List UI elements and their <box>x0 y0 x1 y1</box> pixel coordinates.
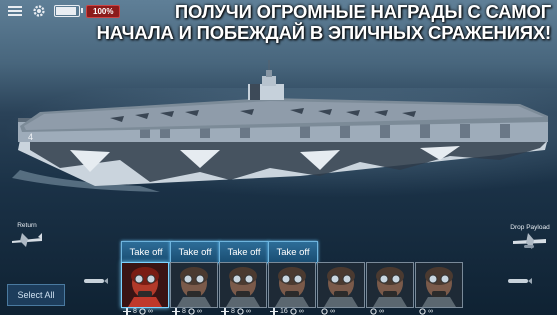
take-off-button[interactable]: Take off <box>170 241 220 263</box>
return-label: Return <box>17 222 37 229</box>
menu-icon[interactable] <box>6 4 24 18</box>
bomb-icon <box>508 278 532 284</box>
squadron-count: 8 <box>182 308 186 315</box>
pilot-portrait <box>122 263 168 307</box>
reserve-icon <box>188 308 195 315</box>
squadron-stats: 8 ∞ <box>123 308 173 315</box>
reserve-icon <box>290 308 297 315</box>
headline-line-1: ПОЛУЧИ ОГРОМНЫЕ НАГРАДЫ С САМОГ <box>174 1 551 22</box>
squadron-stats: ∞ <box>417 308 467 315</box>
pilot-card[interactable] <box>415 262 463 308</box>
gear-icon[interactable] <box>30 4 48 18</box>
pilot-portrait <box>171 263 217 307</box>
squadron-stats: ∞ <box>319 308 369 315</box>
pilot-card[interactable] <box>121 262 169 308</box>
take-off-button[interactable]: Take off <box>121 241 171 263</box>
drop-payload-label: Drop Payload <box>510 224 550 231</box>
reserve-icon <box>321 308 328 315</box>
battery-level <box>56 7 76 15</box>
fighter-icon <box>270 308 278 315</box>
torpedo-bomber-icon <box>221 308 229 315</box>
select-all-button[interactable]: Select All <box>7 284 65 306</box>
squadron-stats: 8 ∞ <box>172 308 222 315</box>
promo-headline: ПОЛУЧИ ОГРОМНЫЕ НАГРАДЫ С САМОГ НАЧАЛА И… <box>81 1 552 43</box>
reserve-count: ∞ <box>298 308 304 315</box>
drop-payload-plane-icon <box>513 233 546 249</box>
reserve-count: ∞ <box>196 308 202 315</box>
dive-bomber-icon <box>123 308 131 315</box>
pilot-card[interactable] <box>317 262 365 308</box>
take-off-button[interactable]: Take off <box>268 241 318 263</box>
reserve-count: ∞ <box>379 308 384 315</box>
squadron-count: 8 <box>231 308 235 315</box>
pilot-portrait <box>318 263 364 307</box>
reserve-icon <box>419 308 426 315</box>
pilot-portrait <box>416 263 462 307</box>
reserve-icon <box>139 308 146 315</box>
squadron-stats: ∞ <box>368 308 418 315</box>
pilot-card[interactable] <box>170 262 218 308</box>
headline-line-2: НАЧАЛА И ПОБЕЖДАЙ В ЭПИЧНЫХ СРАЖЕНИЯХ! <box>96 22 552 43</box>
pilot-portrait <box>269 263 315 307</box>
pilot-card[interactable] <box>268 262 316 308</box>
pilot-card[interactable] <box>219 262 267 308</box>
torpedo-icon <box>84 278 108 284</box>
reserve-count: ∞ <box>147 308 153 315</box>
pilot-card[interactable] <box>366 262 414 308</box>
squadron-count: 8 <box>133 308 137 315</box>
pilot-portrait <box>367 263 413 307</box>
take-off-button[interactable]: Take off <box>219 241 269 263</box>
pilot-portrait <box>220 263 266 307</box>
reserve-icon <box>370 308 377 315</box>
return-plane-icon <box>12 233 42 247</box>
squadron-stats: 16 ∞ <box>270 308 320 315</box>
squadron-count: 16 <box>280 308 288 315</box>
drop-payload-button[interactable]: Drop Payload <box>510 224 550 253</box>
reserve-count: ∞ <box>428 308 433 315</box>
battery-icon <box>54 5 83 17</box>
reserve-icon <box>237 308 244 315</box>
fighter-icon <box>172 308 180 315</box>
reserve-count: ∞ <box>330 308 335 315</box>
svg-text:4: 4 <box>28 132 33 142</box>
squadron-stats: 8 ∞ <box>221 308 271 315</box>
return-button[interactable]: Return <box>8 222 46 251</box>
reserve-count: ∞ <box>245 308 251 315</box>
